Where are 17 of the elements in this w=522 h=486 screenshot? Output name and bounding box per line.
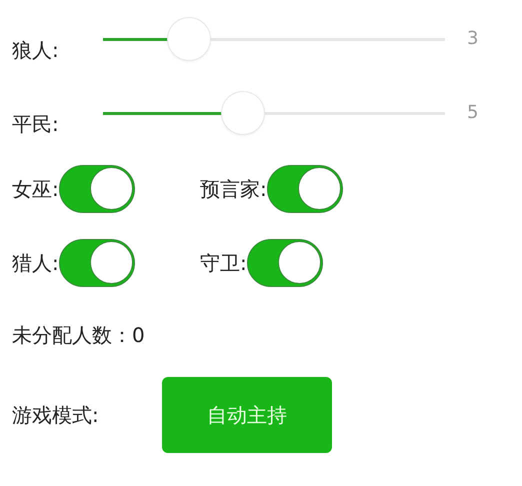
role-label: 女巫: <box>12 176 59 202</box>
slider-value: 3 <box>467 28 478 48</box>
role-label: 预言家: <box>200 176 267 202</box>
slider-label: 平民: <box>12 110 60 138</box>
slider-thumb[interactable] <box>222 92 264 134</box>
toggle-switch[interactable] <box>246 239 323 287</box>
slider-value: 5 <box>467 102 478 122</box>
toggle-switch[interactable] <box>58 239 135 287</box>
game-mode-label: 游戏模式: <box>12 402 100 428</box>
toggle-switch[interactable] <box>266 165 343 213</box>
unassigned-count: 未分配人数：0 <box>12 322 145 348</box>
role-label: 猎人: <box>12 250 59 276</box>
role-label: 守卫: <box>200 250 247 276</box>
slider-thumb[interactable] <box>168 18 210 60</box>
auto-host-button[interactable]: 自动主持 <box>162 377 332 453</box>
toggle-switch[interactable] <box>58 165 135 213</box>
slider-label: 狼人: <box>12 36 60 64</box>
